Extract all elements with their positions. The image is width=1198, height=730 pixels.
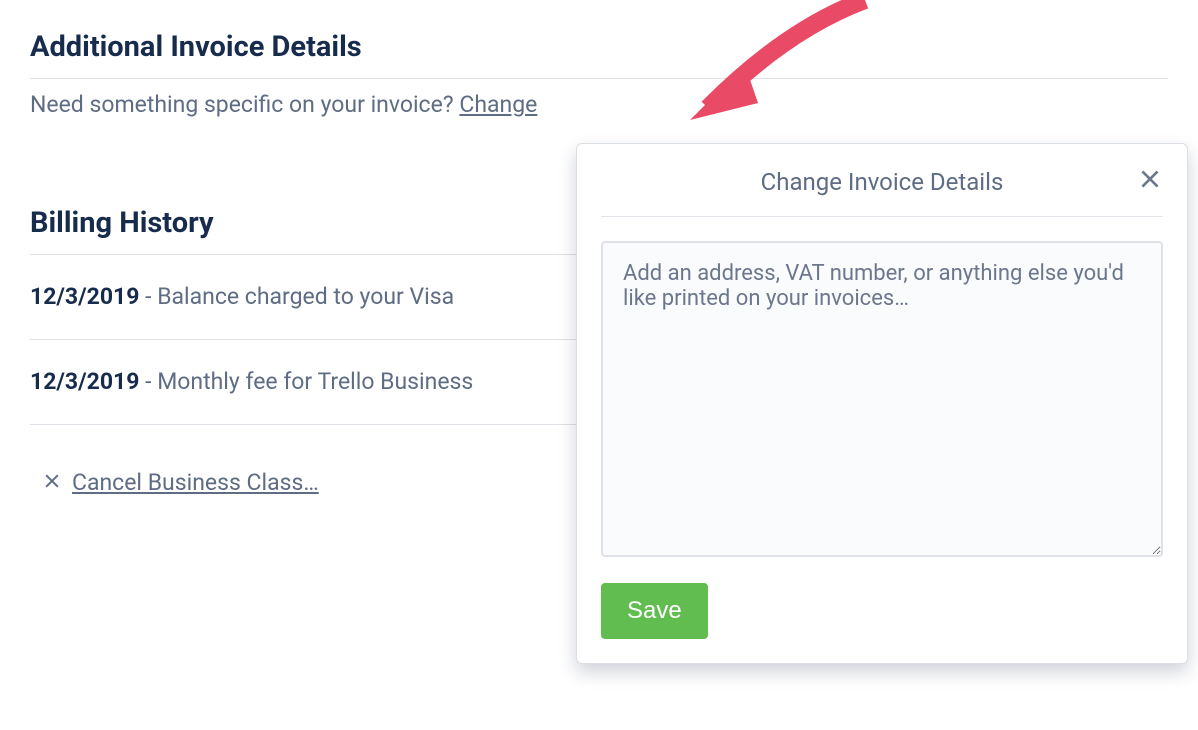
invoice-prompt-row: Need something specific on your invoice?… bbox=[30, 79, 1168, 128]
save-button[interactable]: Save bbox=[601, 583, 708, 639]
popover-close-button[interactable] bbox=[1137, 166, 1163, 196]
invoice-prompt-text: Need something specific on your invoice? bbox=[30, 91, 459, 118]
history-date: 12/3/2019 bbox=[30, 283, 139, 310]
change-invoice-details-popover: Change Invoice Details Save bbox=[576, 143, 1188, 664]
history-description: - Balance charged to your Visa bbox=[139, 283, 454, 310]
popover-title: Change Invoice Details bbox=[761, 168, 1004, 196]
cancel-business-class-link[interactable]: Cancel Business Class… bbox=[72, 469, 319, 496]
history-description: - Monthly fee for Trello Business bbox=[139, 368, 473, 395]
close-icon bbox=[1137, 177, 1163, 196]
change-link[interactable]: Change bbox=[459, 91, 537, 118]
close-icon bbox=[42, 471, 62, 495]
invoice-details-textarea[interactable] bbox=[601, 241, 1163, 557]
popover-header: Change Invoice Details bbox=[601, 144, 1163, 217]
history-date: 12/3/2019 bbox=[30, 368, 139, 395]
invoice-details-heading: Additional Invoice Details bbox=[30, 30, 1168, 64]
